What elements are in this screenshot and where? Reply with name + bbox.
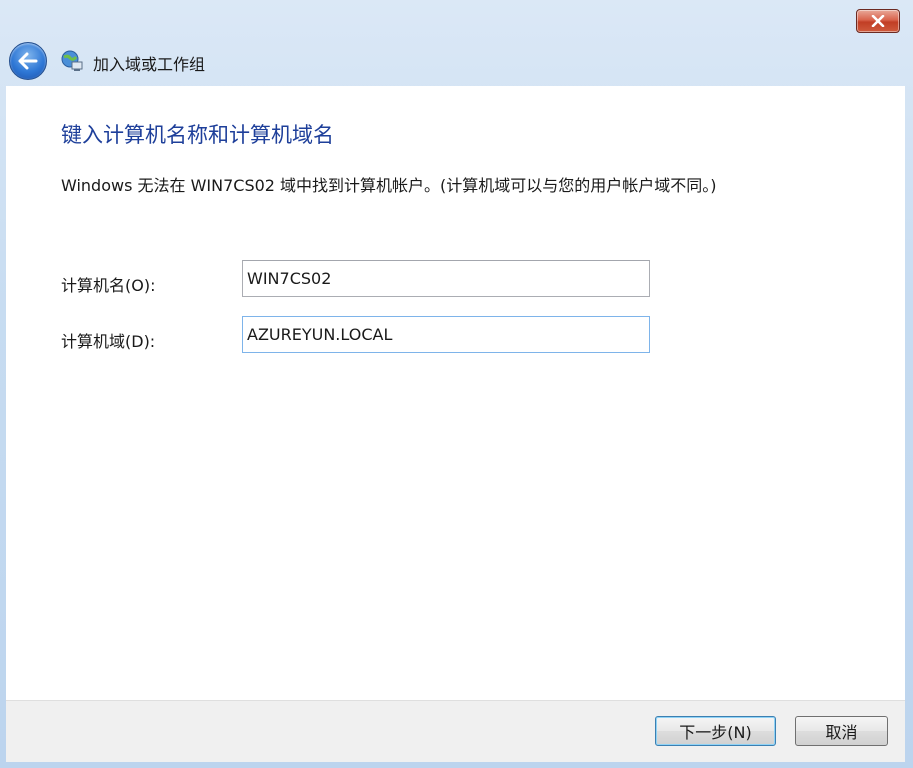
close-icon bbox=[871, 15, 885, 27]
button-bar: 下一步(N) 取消 bbox=[6, 700, 905, 762]
wizard-header: 加入域或工作组 bbox=[0, 36, 913, 86]
back-button[interactable] bbox=[9, 42, 47, 80]
computer-name-input[interactable] bbox=[242, 260, 650, 297]
computer-name-label: 计算机名(O): bbox=[61, 276, 156, 295]
window-frame: 加入域或工作组 键入计算机名称和计算机域名 Windows 无法在 WIN7CS… bbox=[0, 0, 913, 768]
next-button[interactable]: 下一步(N) bbox=[655, 716, 776, 746]
page-heading: 键入计算机名称和计算机域名 bbox=[61, 123, 334, 147]
computer-domain-input[interactable] bbox=[242, 316, 650, 353]
network-computer-icon bbox=[61, 50, 83, 71]
computer-domain-label: 计算机域(D): bbox=[61, 332, 156, 351]
back-arrow-icon bbox=[18, 52, 38, 70]
cancel-button[interactable]: 取消 bbox=[795, 716, 888, 746]
content-panel: 键入计算机名称和计算机域名 Windows 无法在 WIN7CS02 域中找到计… bbox=[6, 86, 905, 700]
page-description: Windows 无法在 WIN7CS02 域中找到计算机帐户。(计算机域可以与您… bbox=[61, 176, 717, 195]
close-button[interactable] bbox=[856, 9, 900, 33]
window-title: 加入域或工作组 bbox=[93, 55, 206, 74]
